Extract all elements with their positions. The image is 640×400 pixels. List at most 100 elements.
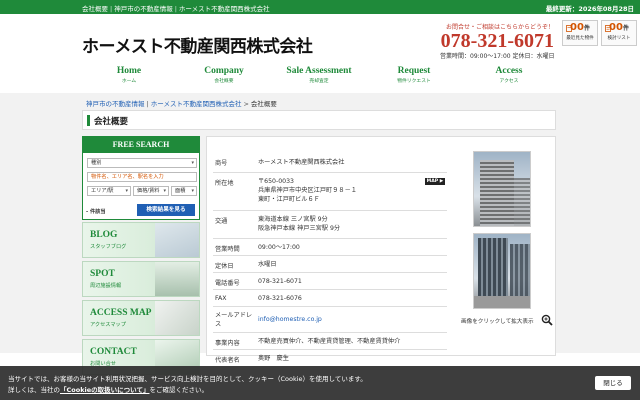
nav-sale-en: Sale Assessment bbox=[286, 66, 352, 76]
top-link-homest[interactable]: ホーメスト不動産関西株式会社 bbox=[179, 5, 270, 13]
photo-building bbox=[478, 238, 508, 296]
page-title: 会社概要 bbox=[94, 117, 129, 127]
nav-sale-assessment[interactable]: Sale Assessment 売却査定 bbox=[279, 66, 359, 84]
info-key: 定休日 bbox=[215, 263, 234, 270]
cookie-text-post: をご確認ください。 bbox=[149, 386, 208, 394]
cookie-text-2: 詳しくは、当社の「Cookieの取扱いについて」をご確認ください。 bbox=[8, 384, 208, 394]
consider-list-counter[interactable]: 00件 検討リスト bbox=[601, 20, 637, 46]
history-icon bbox=[566, 25, 572, 32]
building-photo-2[interactable] bbox=[473, 233, 531, 309]
banner-image bbox=[155, 262, 199, 296]
photo-building bbox=[514, 178, 530, 226]
info-key: FAX bbox=[215, 295, 227, 302]
top-links: 会社概要 | 神戸市の不動産情報 | ホーメスト不動産関西株式会社 bbox=[82, 3, 270, 13]
result-count: - 件該当 bbox=[86, 209, 106, 215]
top-link-kobe[interactable]: 神戸市の不動産情報 bbox=[114, 5, 173, 13]
info-key: 交通 bbox=[215, 218, 228, 225]
info-value: 09:00〜17:00 bbox=[258, 244, 300, 251]
access-map-banner-title: ACCESS MAP bbox=[90, 308, 152, 318]
separator: | bbox=[110, 5, 113, 13]
nav-home-jp: ホーム bbox=[121, 79, 137, 84]
info-row: 営業時間 09:00〜17:00 bbox=[213, 239, 447, 256]
info-row: FAX 078-321-6076 bbox=[213, 290, 447, 307]
breadcrumb-link-homest[interactable]: ホーメスト不動産関西株式会社 bbox=[151, 100, 242, 108]
nav-request-en: Request bbox=[397, 66, 431, 76]
breadcrumb-current: 会社概要 bbox=[250, 100, 277, 108]
photo-caption: 画像をクリックして拡大表示 bbox=[461, 319, 534, 325]
consider-list-label: 検討リスト bbox=[607, 36, 631, 41]
info-key: 電話番号 bbox=[215, 280, 240, 287]
contact-banner-title: CONTACT bbox=[90, 347, 137, 357]
cookie-close-button[interactable]: 閉じる bbox=[595, 376, 631, 390]
nav-access[interactable]: Access アクセス bbox=[469, 66, 549, 84]
spot-banner-title: SPOT bbox=[90, 269, 115, 279]
global-nav: Home ホーム Company 会社概要 Sale Assessment 売却… bbox=[82, 66, 556, 90]
banner-image bbox=[155, 301, 199, 335]
cookie-consent-bar: 当サイトでは、お客様の当サイト利用状況把握、サービス向上検討を目的として、クッキ… bbox=[0, 366, 640, 400]
area-station-select[interactable]: エリア/駅 bbox=[87, 186, 131, 196]
page-heading: 会社概要 bbox=[82, 110, 556, 130]
info-value: ホーメスト不動産関西株式会社 bbox=[258, 159, 345, 166]
info-key: 所在地 bbox=[215, 180, 234, 187]
zoom-icon[interactable] bbox=[541, 314, 553, 326]
info-value-address: 〒650-0033 兵庫県神戸市中央区江戸町９８－１ 東町・江戸町ビル６Ｆ bbox=[258, 178, 357, 203]
photo-building bbox=[510, 244, 530, 296]
nav-home[interactable]: Home ホーム bbox=[89, 66, 169, 84]
heading-accent bbox=[87, 115, 90, 126]
cookie-policy-link[interactable]: 「Cookieの取扱いについて」 bbox=[60, 386, 149, 394]
info-key: 商号 bbox=[215, 160, 228, 167]
info-row: 代表者名 奥野 慶生 bbox=[213, 350, 447, 367]
access-map-banner[interactable]: ACCESS MAP アクセスマップ bbox=[82, 300, 200, 336]
photo-building bbox=[480, 160, 514, 226]
info-key: 営業時間 bbox=[215, 246, 240, 253]
top-link-company[interactable]: 会社概要 bbox=[82, 5, 108, 13]
free-search-title: FREE SEARCH bbox=[83, 137, 199, 153]
nav-home-en: Home bbox=[116, 66, 142, 76]
recently-viewed-label: 最近見た物件 bbox=[566, 36, 594, 41]
email-link[interactable]: info@homestre.co.jp bbox=[258, 316, 322, 323]
contact-block: お問合せ・ご相談はこちらからどうぞ！ 078-321-6071 営業時間：09:… bbox=[440, 22, 555, 60]
nav-access-en: Access bbox=[495, 66, 523, 76]
company-content: 商号 ホーメスト不動産関西株式会社 所在地 〒650-0033 兵庫県神戸市中央… bbox=[206, 136, 556, 364]
building-photo-1[interactable] bbox=[473, 151, 531, 227]
company-logo[interactable]: ホーメスト不動産関西株式会社 bbox=[82, 32, 313, 57]
blog-banner[interactable]: BLOG スタッフブログ bbox=[82, 222, 200, 258]
map-button-label: MAP bbox=[426, 179, 439, 184]
keyword-input[interactable]: 物件名、エリア名、駅名を入力 bbox=[87, 172, 197, 182]
separator: | bbox=[174, 5, 177, 13]
blog-banner-title: BLOG bbox=[90, 230, 118, 240]
spot-banner[interactable]: SPOT 周辺施設情報 bbox=[82, 261, 200, 297]
nav-request[interactable]: Request 物件リクエスト bbox=[374, 66, 454, 84]
breadcrumb: 神戸市の不動産情報 | ホーメスト不動産関西株式会社 > 会社概要 bbox=[86, 98, 277, 108]
breadcrumb-link-kobe[interactable]: 神戸市の不動産情報 bbox=[86, 100, 145, 108]
info-row: 交通 東海道本線 三ノ宮駅 9分 阪急神戸本線 神戸三宮駅 9分 bbox=[213, 211, 447, 239]
info-value-email: info@homestre.co.jp bbox=[258, 315, 446, 324]
recently-viewed-counter[interactable]: 00件 最近見た物件 bbox=[562, 20, 598, 46]
info-value: 奥野 慶生 bbox=[258, 355, 289, 362]
nav-sale-jp: 売却査定 bbox=[309, 79, 329, 84]
photo-street bbox=[474, 296, 530, 308]
map-button[interactable]: MAP ▶ bbox=[425, 178, 445, 185]
spot-banner-subtitle: 周辺施設情報 bbox=[90, 283, 122, 289]
phone-number[interactable]: 078-321-6071 bbox=[440, 31, 554, 51]
cookie-text-pre: 詳しくは、当社の bbox=[8, 386, 60, 394]
nav-company[interactable]: Company 会社概要 bbox=[184, 66, 264, 84]
list-icon bbox=[605, 25, 611, 32]
blog-banner-subtitle: スタッフブログ bbox=[90, 244, 127, 250]
type-select[interactable]: 種別 bbox=[87, 158, 197, 168]
separator: > bbox=[243, 100, 249, 108]
info-value-fax: 078-321-6076 bbox=[258, 295, 302, 302]
info-value: 不動産売買仲介、不動産賃貸管理、不動産賃貸仲介 bbox=[258, 338, 401, 345]
info-row: 定休日 水曜日 bbox=[213, 256, 447, 273]
nav-request-jp: 物件リクエスト bbox=[397, 79, 431, 84]
info-key: 代表者名 bbox=[215, 357, 240, 364]
info-value: 水曜日 bbox=[258, 261, 277, 268]
size-select[interactable]: 面積 bbox=[171, 186, 197, 196]
search-submit-button[interactable]: 検索結果を見る bbox=[137, 204, 195, 216]
info-key: メールアドレス bbox=[215, 312, 253, 328]
info-row: 電話番号 078-321-6071 bbox=[213, 273, 447, 290]
info-row: 所在地 〒650-0033 兵庫県神戸市中央区江戸町９８－１ 東町・江戸町ビル６… bbox=[213, 173, 447, 211]
company-info-table: 商号 ホーメスト不動産関西株式会社 所在地 〒650-0033 兵庫県神戸市中央… bbox=[213, 151, 447, 367]
price-select[interactable]: 価格/賃料 bbox=[133, 186, 169, 196]
cookie-text: 当サイトでは、お客様の当サイト利用状況把握、サービス向上検討を目的として、クッキ… bbox=[8, 375, 367, 383]
